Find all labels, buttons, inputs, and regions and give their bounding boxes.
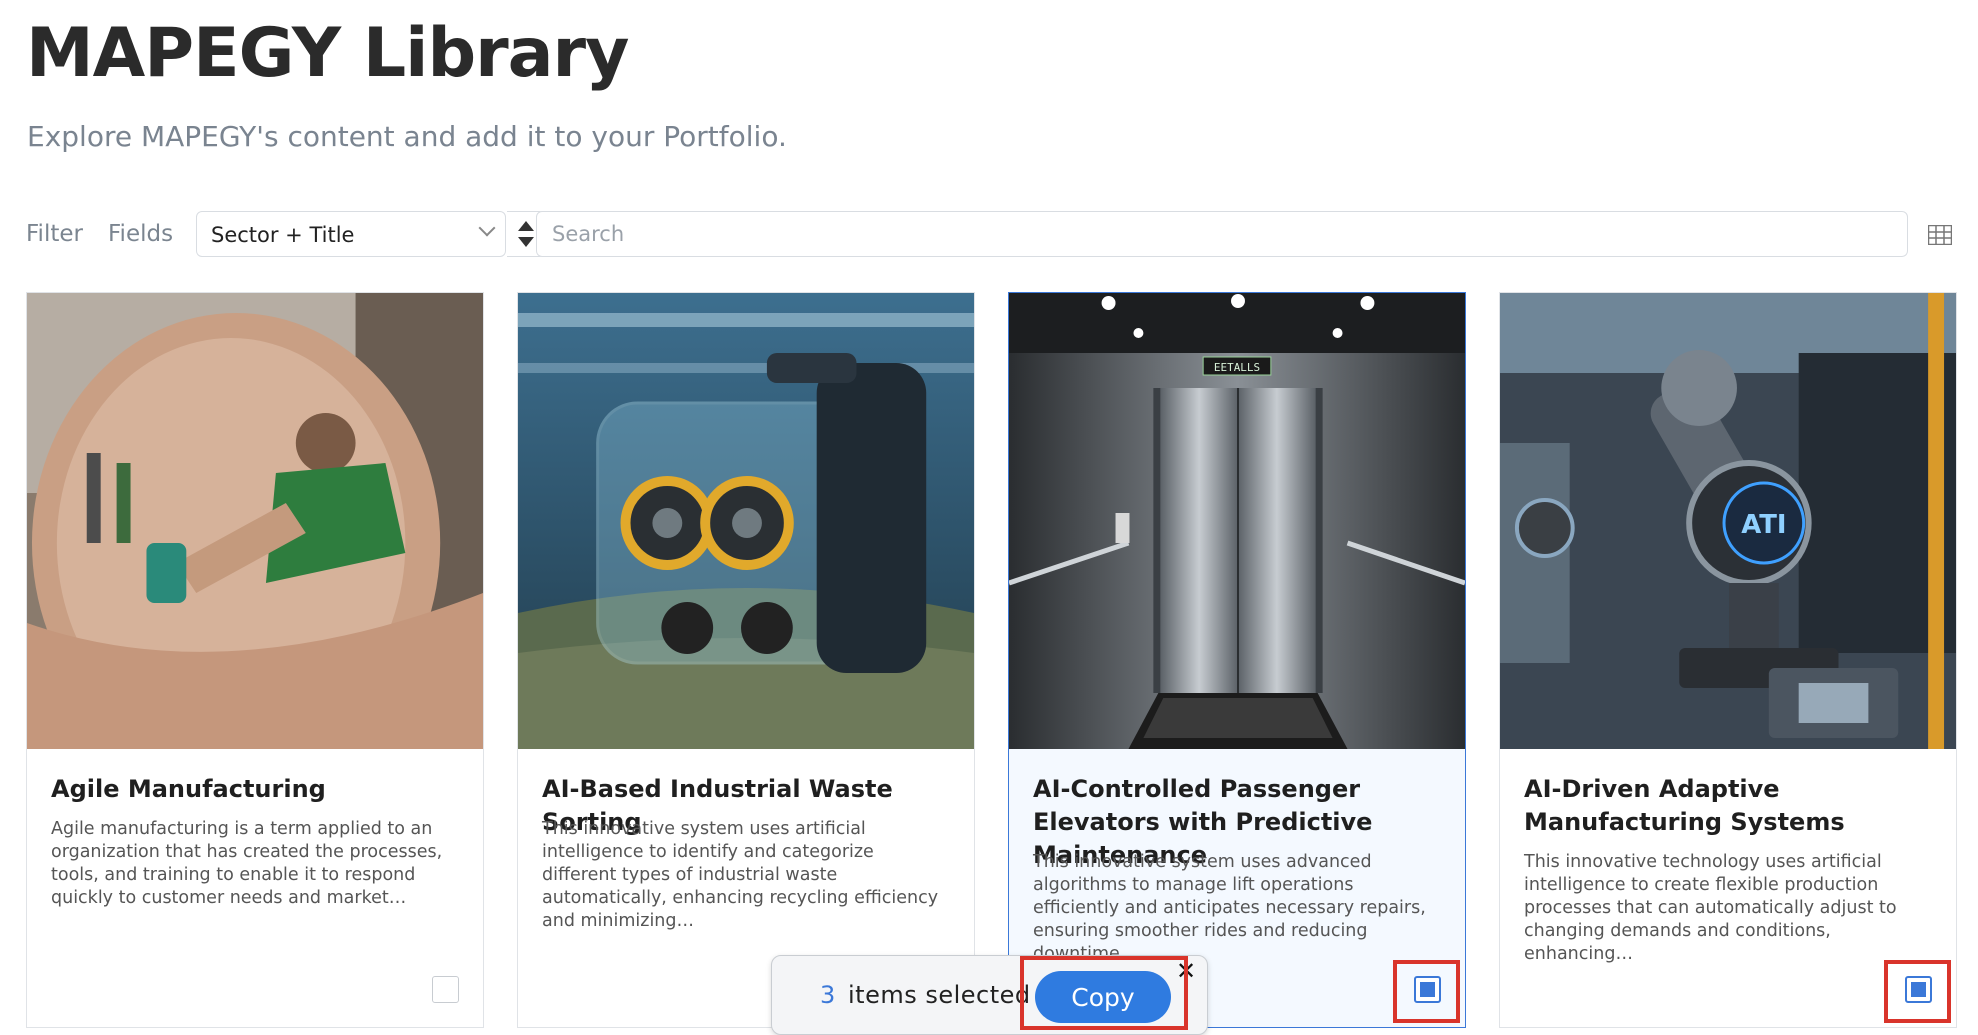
card-select-checkbox[interactable] — [1414, 976, 1441, 1003]
page-subtitle: Explore MAPEGY's content and add it to y… — [27, 120, 787, 153]
library-card[interactable]: EETALLS AI-Controlled Passenger Elevator… — [1008, 292, 1466, 1028]
card-description: This innovative system uses advanced alg… — [1033, 852, 1426, 964]
sort-field-value: Sector + Title — [211, 223, 355, 247]
card-image-agile-manufacturing — [27, 293, 483, 749]
library-card[interactable]: Agile Manufacturing Agile manufacturing … — [26, 292, 484, 1028]
card-description: This innovative system uses artificial i… — [542, 819, 939, 931]
card-title: AI-Driven Adaptive Manufacturing Systems — [1524, 775, 1845, 836]
card-description: Agile manufacturing is a term applied to… — [51, 819, 443, 908]
card-description: This innovative technology uses artifici… — [1524, 852, 1897, 964]
copy-button[interactable]: Copy — [1035, 971, 1171, 1023]
sort-field-select[interactable]: Sector + Title — [196, 211, 506, 257]
card-select-checkbox[interactable] — [432, 976, 459, 1003]
card-image-robotic-arm: ATI — [1500, 293, 1956, 749]
elevator-sign-text: EETALLS — [1214, 361, 1260, 374]
selected-label: items selected — [848, 981, 1031, 1009]
card-title: Agile Manufacturing — [51, 775, 326, 803]
library-card[interactable]: AI-Based Industrial Waste Sorting This i… — [517, 292, 975, 1028]
card-select-checkbox[interactable] — [1905, 976, 1932, 1003]
sort-up-icon — [518, 221, 534, 231]
sort-down-icon — [518, 237, 534, 247]
selection-bar: 3 items selected Copy ✕ — [771, 955, 1208, 1035]
card-image-waste-sorting — [518, 293, 974, 749]
toolbar: Filter Fields Sector + Title — [26, 211, 1952, 261]
close-icon[interactable]: ✕ — [1175, 959, 1197, 983]
robot-badge-text: ATI — [1741, 510, 1786, 540]
page-title: MAPEGY Library — [26, 14, 629, 93]
grid-view-icon[interactable] — [1928, 225, 1952, 245]
filter-link[interactable]: Filter — [26, 221, 83, 247]
card-image-elevator: EETALLS — [1009, 293, 1465, 749]
chevron-down-icon — [478, 219, 496, 237]
search-input[interactable] — [536, 211, 1908, 257]
selected-count: 3 — [820, 981, 836, 1009]
fields-link[interactable]: Fields — [108, 221, 173, 247]
library-card[interactable]: ATI AI-Driven Adaptive Manufacturing Sys… — [1499, 292, 1957, 1028]
